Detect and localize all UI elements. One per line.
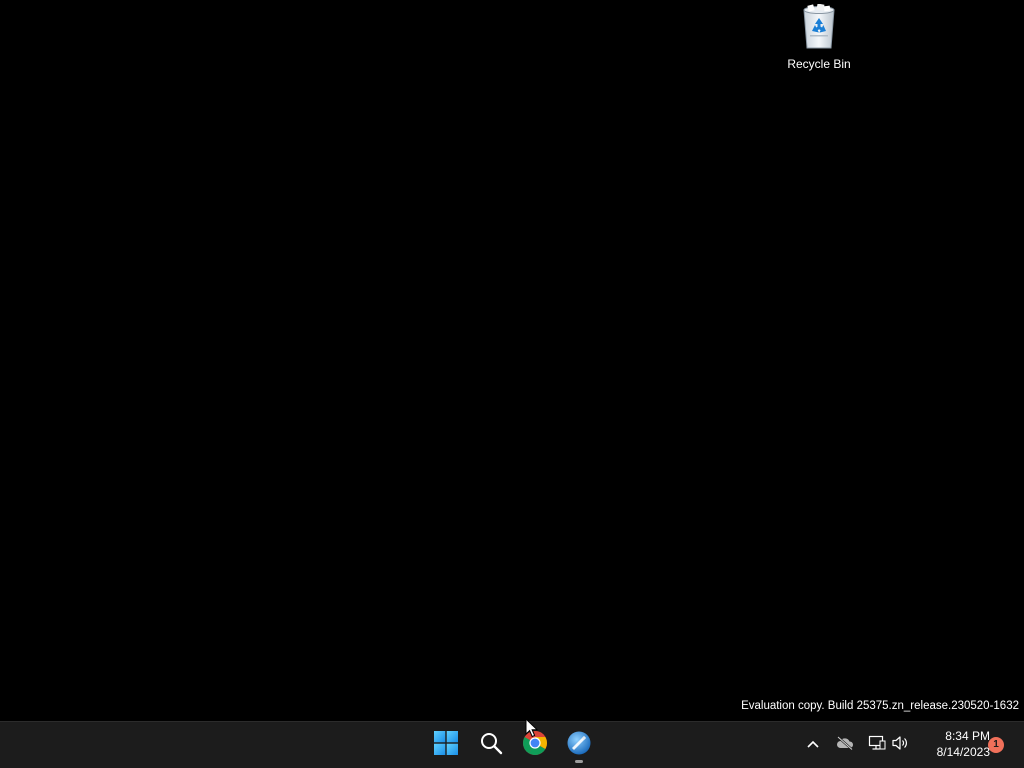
clock-button[interactable]: 8:34 PM 8/14/2023 — [916, 728, 990, 760]
desktop: Recycle Bin Evaluation copy. Build 25375… — [0, 0, 1024, 721]
windows-start-icon — [434, 730, 458, 760]
evaluation-watermark: Evaluation copy. Build 25375.zn_release.… — [741, 700, 1019, 712]
clock-date: 8/14/2023 — [936, 745, 990, 759]
chevron-up-icon — [806, 736, 820, 754]
start-button[interactable] — [426, 726, 466, 764]
desktop-icon-recycle-bin[interactable]: Recycle Bin — [779, 3, 859, 76]
desktop-icon-label: Recycle Bin — [787, 57, 851, 71]
cloud-offline-icon — [836, 735, 854, 755]
onedrive-button[interactable] — [833, 722, 857, 768]
volume-icon — [891, 735, 909, 756]
app-icon — [566, 730, 592, 761]
network-icon — [868, 735, 886, 756]
network-button[interactable] — [865, 722, 889, 768]
recycle-bin-icon — [799, 3, 839, 50]
taskbar: 8:34 PM 8/14/2023 1 — [0, 721, 1024, 768]
notification-badge[interactable]: 1 — [988, 737, 1004, 753]
search-button[interactable] — [471, 726, 511, 764]
running-indicator — [575, 760, 583, 763]
app-taskbar-button[interactable] — [559, 726, 599, 764]
show-hidden-icons-button[interactable] — [802, 722, 824, 768]
search-icon — [479, 731, 503, 760]
clock-time: 8:34 PM — [945, 729, 990, 743]
chrome-icon — [522, 730, 548, 761]
chrome-taskbar-button[interactable] — [515, 726, 555, 764]
volume-button[interactable] — [889, 722, 911, 768]
